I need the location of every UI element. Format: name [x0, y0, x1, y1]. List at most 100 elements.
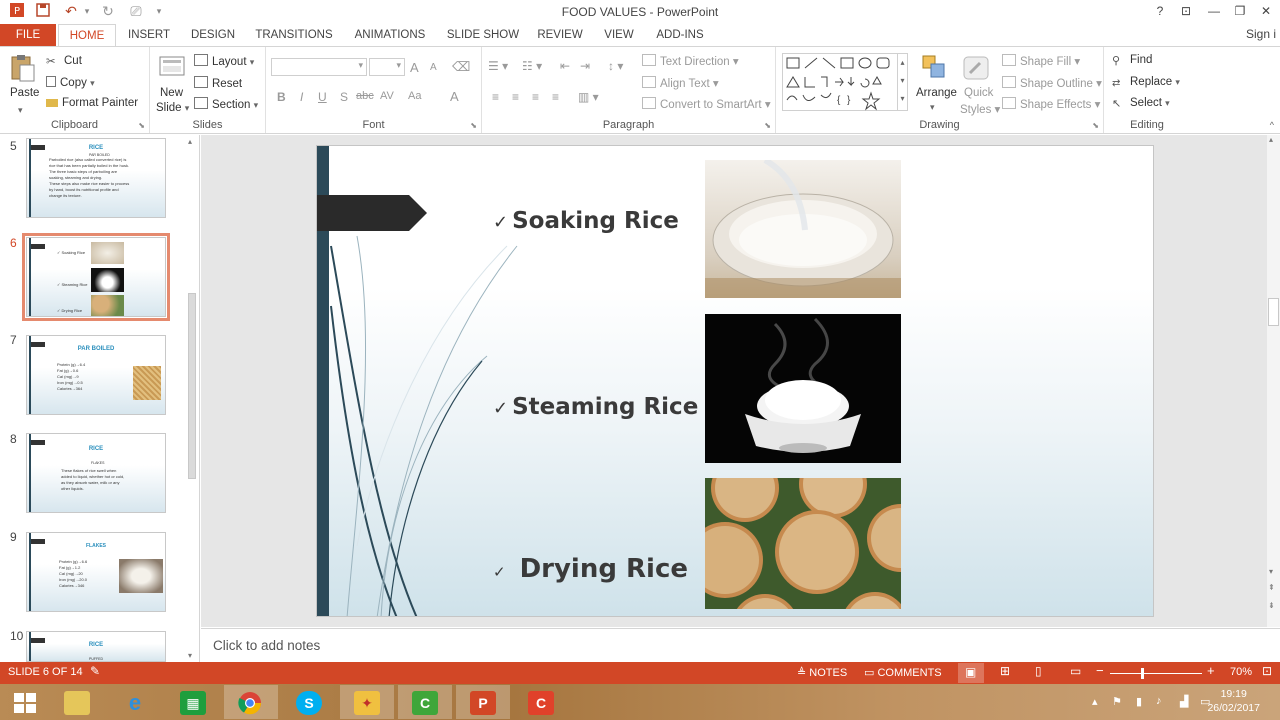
font-size-dropdown[interactable]: ▾ [369, 58, 405, 76]
paste-icon[interactable] [9, 53, 37, 82]
notes-pane[interactable]: Click to add notes [201, 628, 1280, 662]
align-left-icon[interactable]: ≡ [492, 90, 499, 104]
soaking-rice-photo[interactable] [705, 160, 901, 298]
collapse-ribbon-icon[interactable]: ^ [1270, 120, 1274, 130]
zoom-level[interactable]: 70% [1230, 666, 1252, 678]
scrollbar-thumb[interactable] [1268, 298, 1279, 326]
quick-styles-icon[interactable] [962, 53, 990, 81]
notes-toggle[interactable]: ≜ NOTES [797, 666, 847, 679]
tab-home[interactable]: HOME [58, 24, 116, 47]
font-color-button[interactable]: A [450, 89, 459, 104]
text-shadow-button[interactable]: S [340, 90, 348, 104]
tab-design[interactable]: DESIGN [186, 24, 240, 46]
copy-button[interactable]: Copy ▾ [46, 76, 95, 89]
notes-placeholder[interactable]: Click to add notes [213, 638, 320, 653]
tab-transitions[interactable]: TRANSITIONS [252, 24, 336, 46]
spell-check-icon[interactable]: ✎ [90, 664, 100, 678]
steaming-rice-photo[interactable] [705, 314, 901, 463]
slide-scrollbar[interactable]: ▴ ▾ ⇞ ⇟ [1267, 135, 1280, 627]
grow-font-button[interactable]: A [410, 60, 419, 75]
show-hidden-icons[interactable]: ▴ [1092, 695, 1098, 708]
find-button[interactable]: ⚲ Find [1112, 54, 1152, 67]
format-painter-button[interactable]: Format Painter [46, 97, 138, 109]
restore-button[interactable]: ❐ [1230, 2, 1250, 20]
reading-view-icon[interactable]: ▯ [1035, 664, 1042, 678]
thumbnail-scrollbar[interactable]: ▴ ▾ [186, 137, 198, 660]
slide-thumbnail-6[interactable]: ✓ Soaking Rice ✓ Steaming Rice ✓ Drying … [22, 233, 170, 321]
slide-thumbnail-5[interactable]: RICE PAR BOILED Parboiled rice (also cal… [26, 138, 166, 218]
select-button[interactable]: ↖ Select ▾ [1112, 97, 1170, 110]
scroll-down-icon[interactable]: ▾ [1269, 567, 1273, 576]
current-slide[interactable]: ✓ Soaking Rice ✓ Steaming Rice ✓ Drying Ric… [316, 145, 1154, 617]
increase-indent-icon[interactable]: ⇥ [580, 59, 590, 73]
paragraph-launcher-icon[interactable]: ⬊ [764, 121, 771, 130]
shapes-gallery[interactable]: {} ▴ ▾ ▾ [782, 53, 908, 111]
font-launcher-icon[interactable]: ⬊ [470, 121, 477, 130]
tab-add-ins[interactable]: ADD-INS [650, 24, 710, 46]
replace-button[interactable]: ⇄ Replace ▾ [1112, 76, 1180, 90]
zoom-in-button[interactable]: + [1207, 663, 1215, 678]
align-text-button[interactable]: Align Text ▾ [642, 76, 719, 90]
change-case-button[interactable]: Aa [408, 90, 421, 102]
zoom-slider[interactable] [1110, 673, 1202, 674]
slide-thumbnail-9[interactable]: FLAKES Protein (g)→6.6 Fat (g)→1.2 Cal (mg… [26, 532, 166, 612]
battery-icon[interactable]: ▮ [1136, 695, 1142, 708]
scroll-up-icon[interactable]: ▴ [1269, 135, 1273, 144]
strikethrough-button[interactable]: abc [356, 90, 374, 102]
chrome-taskbar-icon[interactable] [224, 685, 278, 719]
quick-styles-label-1[interactable]: Quick [964, 87, 993, 99]
camtasia-recorder-taskbar-icon[interactable]: C [514, 685, 568, 719]
normal-view-button[interactable]: ▣ [958, 663, 984, 683]
tab-file[interactable]: FILE [0, 24, 56, 46]
action-center-icon[interactable]: ⚑ [1112, 695, 1122, 708]
underline-button[interactable]: U [318, 90, 327, 104]
taskbar-clock[interactable]: 19:19 26/02/2017 [1207, 687, 1260, 715]
arrange-icon[interactable] [920, 53, 948, 81]
paste-button[interactable]: Paste [10, 87, 39, 99]
justify-icon[interactable]: ≡ [552, 90, 559, 104]
character-spacing-button[interactable]: AV [380, 90, 394, 102]
tab-view[interactable]: VIEW [598, 24, 640, 46]
bold-button[interactable]: B [277, 90, 286, 104]
arrange-dropdown-icon[interactable]: ▾ [930, 102, 935, 113]
scroll-down-icon[interactable]: ▾ [188, 651, 192, 660]
internet-explorer-taskbar-icon[interactable]: e [108, 685, 162, 719]
ribbon-display-options-icon[interactable]: ⊡ [1176, 2, 1196, 20]
shapes-scroll-icon[interactable]: ▴ ▾ ▾ [897, 54, 907, 110]
new-slide-label-1[interactable]: New [160, 87, 183, 99]
store-taskbar-icon[interactable]: ▦ [166, 685, 220, 719]
slide-thumbnail-7[interactable]: PAR BOILED Protein (g)→6.4 Fat (g)→0.6 Cal… [26, 335, 166, 415]
slide-thumbnail-10[interactable]: RICE PUFFED [26, 631, 166, 662]
align-right-icon[interactable]: ≡ [532, 90, 539, 104]
columns-icon[interactable]: ▥ ▾ [578, 90, 599, 104]
fit-slide-icon[interactable]: ⊡ [1262, 664, 1272, 678]
app-taskbar-icon[interactable]: ✦ [340, 685, 394, 719]
bullets-icon[interactable]: ☰ ▾ [488, 59, 508, 73]
slideshow-view-icon[interactable]: ▭ [1070, 664, 1081, 678]
camtasia-taskbar-icon[interactable]: C [398, 685, 452, 719]
minimize-button[interactable]: — [1204, 2, 1224, 20]
reset-button[interactable]: Reset [194, 76, 242, 90]
arrange-button[interactable]: Arrange [916, 87, 957, 99]
powerpoint-taskbar-icon[interactable]: P [456, 685, 510, 719]
cut-button[interactable]: ✂ Cut [46, 54, 82, 68]
file-explorer-taskbar-icon[interactable] [50, 685, 104, 719]
quick-styles-button[interactable]: Styles ▾ [960, 102, 1000, 116]
shape-outline-button[interactable]: Shape Outline ▾ [1002, 76, 1102, 90]
section-button[interactable]: Section ▾ [194, 97, 258, 111]
scrollbar-thumb[interactable] [188, 293, 196, 479]
slide-thumbnail-8[interactable]: RICE FLAKES These flakes of rice swell w… [26, 433, 166, 513]
skype-taskbar-icon[interactable]: S [282, 685, 336, 719]
scroll-up-icon[interactable]: ▴ [188, 137, 192, 146]
font-family-dropdown[interactable]: ▾ [271, 58, 367, 76]
tab-insert[interactable]: INSERT [122, 24, 176, 46]
network-icon[interactable]: ▟ [1180, 695, 1188, 708]
close-button[interactable]: ✕ [1256, 2, 1276, 20]
text-direction-button[interactable]: Text Direction ▾ [642, 54, 739, 68]
slide-sorter-icon[interactable]: ⊞ [1000, 664, 1010, 678]
volume-icon[interactable]: ♪ [1156, 695, 1162, 707]
convert-smartart-button[interactable]: Convert to SmartArt ▾ [642, 97, 771, 111]
italic-button[interactable]: I [300, 90, 303, 104]
previous-slide-icon[interactable]: ⇞ [1268, 583, 1275, 592]
help-button[interactable]: ? [1150, 2, 1170, 20]
